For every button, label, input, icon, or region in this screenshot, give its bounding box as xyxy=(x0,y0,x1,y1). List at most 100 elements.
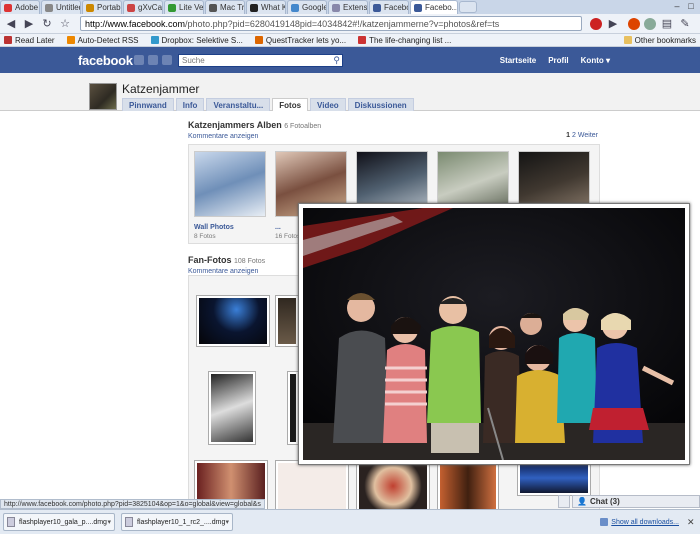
browser-tab[interactable]: Facebo...× xyxy=(369,0,409,14)
messages-icon[interactable] xyxy=(148,55,158,65)
fan-photo-thumbnail[interactable] xyxy=(208,371,256,445)
band-photo xyxy=(303,208,685,460)
photo-preview-popup[interactable] xyxy=(298,203,690,465)
browser-tab[interactable]: Adobe ...× xyxy=(0,0,40,14)
show-all-downloads-link[interactable]: Show all downloads... xyxy=(600,518,679,526)
browser-tab[interactable]: What K...× xyxy=(246,0,286,14)
search-input[interactable]: Suche ⚲ xyxy=(178,54,343,67)
profile-tab[interactable]: Info xyxy=(175,98,205,111)
extension-icon[interactable] xyxy=(628,17,640,30)
profile-tab[interactable]: Veranstaltu... xyxy=(206,98,271,111)
reload-icon[interactable]: ↻ xyxy=(40,17,54,31)
profile-tab[interactable]: Diskussionen xyxy=(347,98,414,111)
profile-picture[interactable] xyxy=(89,83,117,110)
stop-icon[interactable] xyxy=(590,17,602,30)
album-item[interactable]: Wall Photos 8 Fotos xyxy=(194,151,266,240)
bookmark-label: Read Later xyxy=(15,35,55,45)
bookmark-label: The life-changing list ... xyxy=(369,35,452,45)
tab-favicon-icon xyxy=(4,3,12,12)
profile-tab[interactable]: Pinnwand xyxy=(122,98,174,111)
bookmark-favicon-icon xyxy=(4,36,12,44)
minimize-icon[interactable]: – xyxy=(670,0,684,12)
fan-photo-thumbnail[interactable] xyxy=(517,460,591,496)
profile-name[interactable]: Katzenjammer xyxy=(122,82,199,96)
search-icon[interactable]: ⚲ xyxy=(333,55,340,66)
pager-next[interactable]: Weiter xyxy=(578,132,598,139)
tab-label: Mac Tri... xyxy=(220,3,245,12)
pager-current: 1 xyxy=(566,132,571,139)
close-icon[interactable]: ✕ xyxy=(687,517,697,528)
header-nav-item[interactable]: Startseite xyxy=(500,56,536,65)
album-thumbnail[interactable] xyxy=(194,151,266,217)
download-bar: flashplayer10_gala_p....dmg ▾ flashplayer1… xyxy=(0,509,700,534)
browser-tab[interactable]: Portabl...× xyxy=(82,0,122,14)
forward-arrow-icon[interactable]: ▶ xyxy=(22,17,36,31)
browser-tab[interactable]: Facebo...× xyxy=(410,0,458,14)
dropdown-arrow-icon[interactable]: ▾ xyxy=(225,518,229,526)
window-controls: – □ xyxy=(670,0,698,12)
fan-photos-comments-link[interactable]: Kommentare anzeigen xyxy=(188,268,265,275)
star-icon[interactable]: ☆ xyxy=(58,17,72,31)
albums-count: 6 Fotoalben xyxy=(284,123,322,130)
download-item[interactable]: flashplayer10_gala_p....dmg ▾ xyxy=(3,513,115,531)
profile-tabs: Pinnwand Info Veranstaltu... Fotos Video Disk… xyxy=(122,98,416,111)
tab-label: Facebo... xyxy=(425,3,458,12)
bookmark-item[interactable]: Read Later xyxy=(4,36,55,45)
profile-tab[interactable]: Video xyxy=(310,98,346,111)
profile-tab[interactable]: Fotos xyxy=(272,98,309,111)
page-menu-icon[interactable]: ▤ xyxy=(660,17,674,31)
browser-tab[interactable]: gXvCar...× xyxy=(123,0,163,14)
header-nav: Startseite Profil Konto ▾ xyxy=(488,56,610,65)
fan-photo-thumbnail[interactable] xyxy=(196,295,270,347)
album-caption[interactable]: Wall Photos xyxy=(194,224,266,231)
status-url: http://www.facebook.com/photo.php?pid=38… xyxy=(0,499,265,509)
maximize-icon[interactable]: □ xyxy=(684,0,698,12)
play-icon[interactable]: ▶ xyxy=(606,17,620,31)
tab-favicon-icon xyxy=(250,3,258,12)
bookmark-item[interactable]: Dropbox: Selektive S... xyxy=(150,36,243,45)
url-host: http://www.facebook.com xyxy=(85,18,186,29)
other-bookmarks-label: Other bookmarks xyxy=(634,35,696,45)
tab-favicon-icon xyxy=(86,3,94,12)
browser-tab[interactable]: Lite Ve...× xyxy=(164,0,204,14)
tab-favicon-icon xyxy=(414,3,422,12)
chat-icon: 👤 xyxy=(577,497,587,506)
tab-favicon-icon xyxy=(373,3,381,12)
tab-label: Adobe ... xyxy=(15,3,39,12)
bookmark-favicon-icon xyxy=(150,36,159,44)
facebook-logo[interactable]: facebook xyxy=(78,53,133,68)
dropdown-arrow-icon[interactable]: ▾ xyxy=(107,518,111,526)
pager-page-2[interactable]: 2 xyxy=(572,132,576,139)
back-arrow-icon[interactable]: ◀ xyxy=(4,17,18,31)
notifications-icon[interactable] xyxy=(162,55,172,65)
browser-tab[interactable]: Google ...× xyxy=(287,0,327,14)
other-bookmarks[interactable]: Other bookmarks xyxy=(623,35,696,45)
address-bar[interactable]: http://www.facebook.com/photo.php?pid=62… xyxy=(80,16,582,31)
header-nav-item[interactable]: Konto ▾ xyxy=(581,56,610,65)
download-item[interactable]: flashplayer10_1_rc2_....dmg ▾ xyxy=(121,513,233,531)
browser-tab[interactable]: Extensi...× xyxy=(328,0,368,14)
new-tab-button[interactable] xyxy=(459,1,477,13)
extension-icon[interactable] xyxy=(644,17,656,30)
fan-photos-count: 108 Fotos xyxy=(234,258,266,265)
fan-photo-thumbnail[interactable] xyxy=(356,460,430,512)
tab-favicon-icon xyxy=(127,3,135,12)
bookmark-item[interactable]: The life-changing list ... xyxy=(358,36,451,45)
wrench-icon[interactable]: ✎ xyxy=(678,17,692,31)
bookmark-item[interactable]: Auto-Detect RSS xyxy=(66,36,139,45)
bookmark-item[interactable]: QuestTracker lets yo... xyxy=(254,36,346,45)
fan-photo-thumbnail[interactable] xyxy=(275,460,349,512)
browser-tab[interactable]: Untitled× xyxy=(41,0,81,14)
tab-label: Facebo... xyxy=(384,3,408,12)
notification-icons xyxy=(134,55,176,65)
albums-comments-link[interactable]: Kommentare anzeigen xyxy=(188,133,600,140)
tab-favicon-icon xyxy=(209,3,217,12)
chat-button[interactable]: 👤 Chat (3) xyxy=(572,495,700,508)
header-nav-item[interactable]: Profil xyxy=(548,56,568,65)
fan-photo-thumbnail[interactable] xyxy=(437,460,499,512)
friend-requests-icon[interactable] xyxy=(134,55,144,65)
browser-tab[interactable]: Mac Tri...× xyxy=(205,0,245,14)
chat-settings-icon[interactable] xyxy=(558,495,570,508)
download-filename: flashplayer10_1_rc2_....dmg xyxy=(137,518,226,526)
fan-photo-thumbnail[interactable] xyxy=(275,295,299,347)
